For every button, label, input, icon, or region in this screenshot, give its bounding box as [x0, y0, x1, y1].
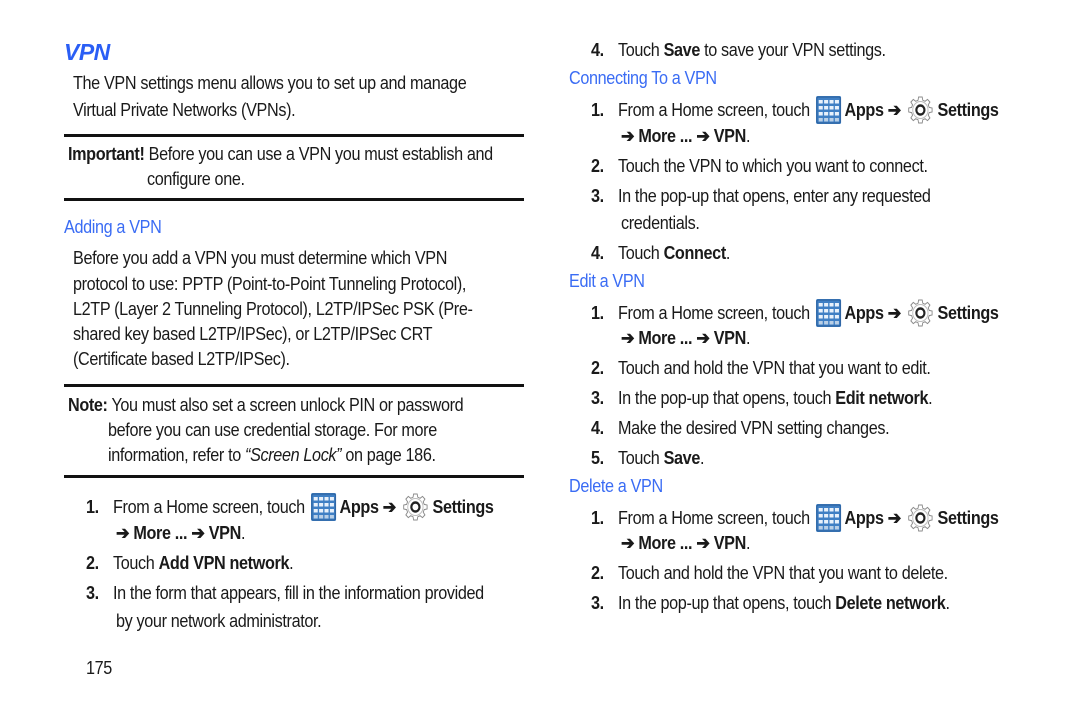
- manual-page: VPN The VPN settings menu allows you to …: [0, 0, 1080, 720]
- important-callout: Important! Before you can use a VPN you …: [68, 141, 493, 168]
- note-label: Note:: [68, 395, 108, 415]
- settings-gear-icon: [402, 492, 429, 522]
- page-title: VPN: [64, 39, 110, 65]
- delete-step-1: 1. From a Home screen, touch Apps ➔ Setti…: [591, 503, 999, 533]
- delete-step-2: 2. Touch and hold the VPN that you want t…: [591, 563, 948, 583]
- adding-line-2: protocol to use: PPTP (Point-to-Point Tu…: [73, 274, 467, 294]
- connecting-step-3: 3. In the pop-up that opens, enter any re…: [591, 186, 931, 206]
- divider: [64, 134, 524, 137]
- settings-gear-icon: [907, 298, 934, 328]
- apps-grid-icon: [816, 504, 841, 532]
- settings-gear-icon: [907, 503, 934, 533]
- note-line-3: information, refer to “Screen Lock” on p…: [108, 445, 436, 465]
- adding-step-1: 1. From a Home screen, touch Apps ➔ Setti…: [86, 492, 494, 522]
- edit-step-3: 3. In the pop-up that opens, touch Edit n…: [591, 388, 933, 408]
- connecting-step-1: 1. From a Home screen, touch Apps ➔ Setti…: [591, 95, 999, 125]
- adding-line-1: Before you add a VPN you must determine …: [73, 248, 448, 268]
- delete-step-3: 3. In the pop-up that opens, touch Delete…: [591, 593, 950, 613]
- edit-step-4: 4. Make the desired VPN setting changes.: [591, 418, 890, 438]
- adding-line-5: (Certificate based L2TP/IPSec).: [73, 349, 290, 369]
- section-heading-edit: Edit a VPN: [569, 271, 645, 291]
- apps-grid-icon: [311, 493, 336, 521]
- connecting-step-1-line-2: ➔ More ... ➔ VPN.: [621, 126, 751, 146]
- important-line-2: configure one.: [147, 169, 245, 189]
- adding-step-2: 2. Touch Add VPN network.: [86, 553, 294, 573]
- section-heading-connecting: Connecting To a VPN: [569, 68, 717, 88]
- settings-gear-icon: [907, 95, 934, 125]
- section-heading-adding: Adding a VPN: [64, 217, 162, 237]
- note-callout: Note: You must also set a screen unlock …: [68, 392, 464, 419]
- edit-step-2: 2. Touch and hold the VPN that you want t…: [591, 358, 931, 378]
- screen-lock-reference[interactable]: “Screen Lock”: [245, 445, 342, 465]
- important-line-1: Before you can use a VPN you must establ…: [148, 144, 494, 164]
- adding-line-4: shared key based L2TP/IPSec), or L2TP/IP…: [73, 324, 433, 344]
- connecting-step-4: 4. Touch Connect.: [591, 243, 731, 263]
- connecting-step-3-line-2: credentials.: [621, 213, 700, 233]
- edit-step-1: 1. From a Home screen, touch Apps ➔ Setti…: [591, 298, 999, 328]
- adding-step-4: 4. Touch Save to save your VPN settings.: [591, 40, 886, 60]
- important-label: Important!: [68, 144, 145, 164]
- apps-grid-icon: [816, 96, 841, 124]
- adding-line-3: L2TP (Layer 2 Tunneling Protocol), L2TP/…: [73, 299, 473, 319]
- edit-step-1-line-2: ➔ More ... ➔ VPN.: [621, 328, 751, 348]
- intro-line-2: Virtual Private Networks (VPNs).: [73, 100, 296, 120]
- connecting-step-2: 2. Touch the VPN to which you want to con…: [591, 156, 928, 176]
- edit-step-5: 5. Touch Save.: [591, 448, 705, 468]
- section-heading-delete: Delete a VPN: [569, 476, 663, 496]
- divider: [64, 384, 524, 387]
- intro-line-1: The VPN settings menu allows you to set …: [73, 73, 467, 93]
- divider: [64, 475, 524, 478]
- adding-step-3: 3. In the form that appears, fill in the …: [86, 583, 484, 603]
- divider: [64, 198, 524, 201]
- apps-grid-icon: [816, 299, 841, 327]
- page-number: 175: [86, 658, 112, 678]
- adding-step-1-line-2: ➔ More ... ➔ VPN.: [116, 523, 246, 543]
- delete-step-1-line-2: ➔ More ... ➔ VPN.: [621, 533, 751, 553]
- adding-step-3-line-2: by your network administrator.: [116, 611, 322, 631]
- note-line-2: before you can use credential storage. F…: [108, 420, 437, 440]
- note-line-1: You must also set a screen unlock PIN or…: [111, 395, 464, 415]
